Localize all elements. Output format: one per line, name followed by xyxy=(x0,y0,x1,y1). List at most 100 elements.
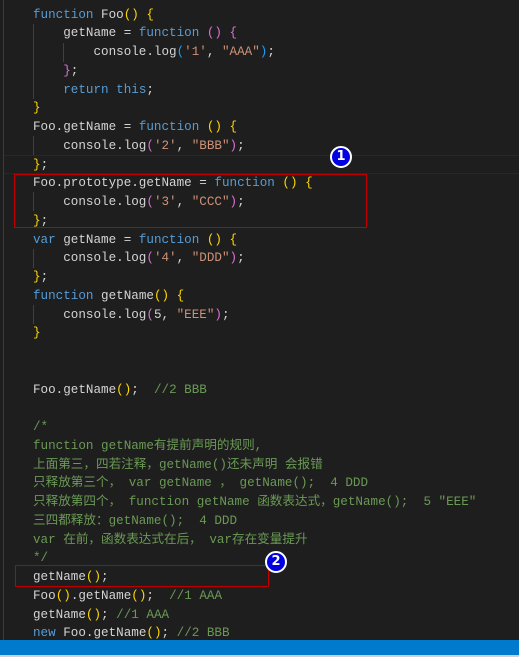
code-line: getName = function () { xyxy=(33,24,237,43)
code-token: /* xyxy=(33,420,49,435)
code-line: function Foo() { xyxy=(33,6,154,25)
code-token: { xyxy=(229,120,238,135)
annotation-box-1 xyxy=(14,174,367,228)
code-token: ) xyxy=(229,251,238,266)
code-token: getName = xyxy=(33,26,139,41)
code-token: ) xyxy=(229,138,238,153)
code-token: console.log xyxy=(33,307,147,322)
code-token: ; xyxy=(267,45,275,60)
code-token: "EEE" xyxy=(176,307,215,322)
code-token: var xyxy=(33,232,56,247)
code-token: Foo xyxy=(93,7,124,22)
code-token: function xyxy=(33,7,94,22)
code-token: } xyxy=(63,63,71,78)
code-token: ; xyxy=(237,138,245,153)
code-token: 只释放第四个， function getName 函数表达式，getName()… xyxy=(33,495,477,510)
code-token: 上面第三，四若注释，getName()还未声明 会报错 xyxy=(33,457,323,472)
code-line: console.log('4', "DDD"); xyxy=(33,249,245,268)
code-token: .getName xyxy=(70,588,132,603)
code-token: } xyxy=(33,101,41,116)
status-bar xyxy=(0,640,519,655)
code-line: getName(); //1 AAA xyxy=(33,606,169,625)
code-line: /* xyxy=(33,418,48,437)
code-line: function getName有提前声明的规则, xyxy=(33,437,262,456)
code-token: '4' xyxy=(153,251,177,266)
annotation-badge-1: 1 xyxy=(330,146,352,168)
code-token: () xyxy=(153,288,170,303)
code-token: ; xyxy=(146,588,170,603)
code-line: }; xyxy=(33,268,48,287)
code-line: Foo().getName(); //1 AAA xyxy=(33,587,222,606)
code-line: } xyxy=(33,99,41,118)
code-token: "AAA" xyxy=(221,45,260,60)
code-token: ; xyxy=(101,607,117,622)
code-token: new xyxy=(33,626,56,641)
code-token: { xyxy=(229,232,238,247)
code-token: Foo.getName xyxy=(55,626,147,641)
code-token: 5, xyxy=(153,307,177,322)
code-token: //1 AAA xyxy=(169,588,222,603)
code-token: //2 BBB xyxy=(176,626,230,641)
code-token: console.log xyxy=(33,251,147,266)
code-token: () xyxy=(146,626,162,641)
code-token: ( xyxy=(146,307,154,322)
code-line: Foo.getName = function () { xyxy=(33,118,237,137)
code-token: Foo xyxy=(33,588,56,603)
code-token: () xyxy=(55,588,71,603)
code-line: 只释放第三个， var getName ， getName(); 4 DDD xyxy=(33,474,368,493)
code-token: ; xyxy=(40,270,49,285)
code-editor[interactable]: function Foo() { getName = function () {… xyxy=(0,0,519,640)
code-token: function xyxy=(138,120,200,135)
code-line: var getName = function () { xyxy=(33,231,237,250)
code-token: function xyxy=(138,232,200,247)
code-token: console.log xyxy=(33,138,147,153)
code-token: ; xyxy=(131,382,154,397)
code-token: Foo.getName = xyxy=(33,120,139,135)
code-line: }; xyxy=(33,62,78,81)
code-token: this xyxy=(116,82,147,97)
code-token: function xyxy=(138,26,200,41)
code-token: Foo.getName xyxy=(33,382,117,397)
code-token: () xyxy=(206,120,222,135)
code-token: , xyxy=(206,45,222,60)
code-token: { xyxy=(229,26,238,41)
code-token: getName xyxy=(33,607,86,622)
code-line: 上面第三，四若注释，getName()还未声明 会报错 xyxy=(33,456,323,475)
code-token: { xyxy=(146,7,154,22)
code-token: ; xyxy=(40,157,49,172)
annotation-box-2 xyxy=(15,565,269,587)
annotation-badge-2: 2 xyxy=(265,551,287,573)
code-token: //1 AAA xyxy=(116,607,170,622)
code-token: () xyxy=(123,7,139,22)
code-token: () xyxy=(206,232,222,247)
code-token: var 在前，函数表达式在后， var存在变量提升 xyxy=(33,532,308,547)
code-line: function getName() { xyxy=(33,287,184,306)
gutter-edge xyxy=(3,0,4,640)
code-token: ) xyxy=(214,307,222,322)
code-token: */ xyxy=(33,551,49,566)
code-token: () xyxy=(85,607,102,622)
code-token: 只释放第三个， var getName ， getName(); 4 DDD xyxy=(33,476,369,491)
code-token: return xyxy=(63,82,109,97)
code-token: 三四都释放：getName(); 4 DDD xyxy=(33,513,238,528)
code-token: function xyxy=(33,288,94,303)
code-token: } xyxy=(33,270,41,285)
code-line: } xyxy=(33,324,41,343)
code-token: } xyxy=(33,157,41,172)
code-token: "BBB" xyxy=(191,138,230,153)
code-token: console.log xyxy=(33,45,177,60)
code-line: 只释放第四个， function getName 函数表达式，getName()… xyxy=(33,493,476,512)
code-token: ; xyxy=(237,251,245,266)
code-token: getName xyxy=(93,288,154,303)
code-line: var 在前，函数表达式在后， var存在变量提升 xyxy=(33,531,308,550)
code-line: console.log('1', "AAA"); xyxy=(33,43,275,62)
code-token: , xyxy=(176,138,192,153)
